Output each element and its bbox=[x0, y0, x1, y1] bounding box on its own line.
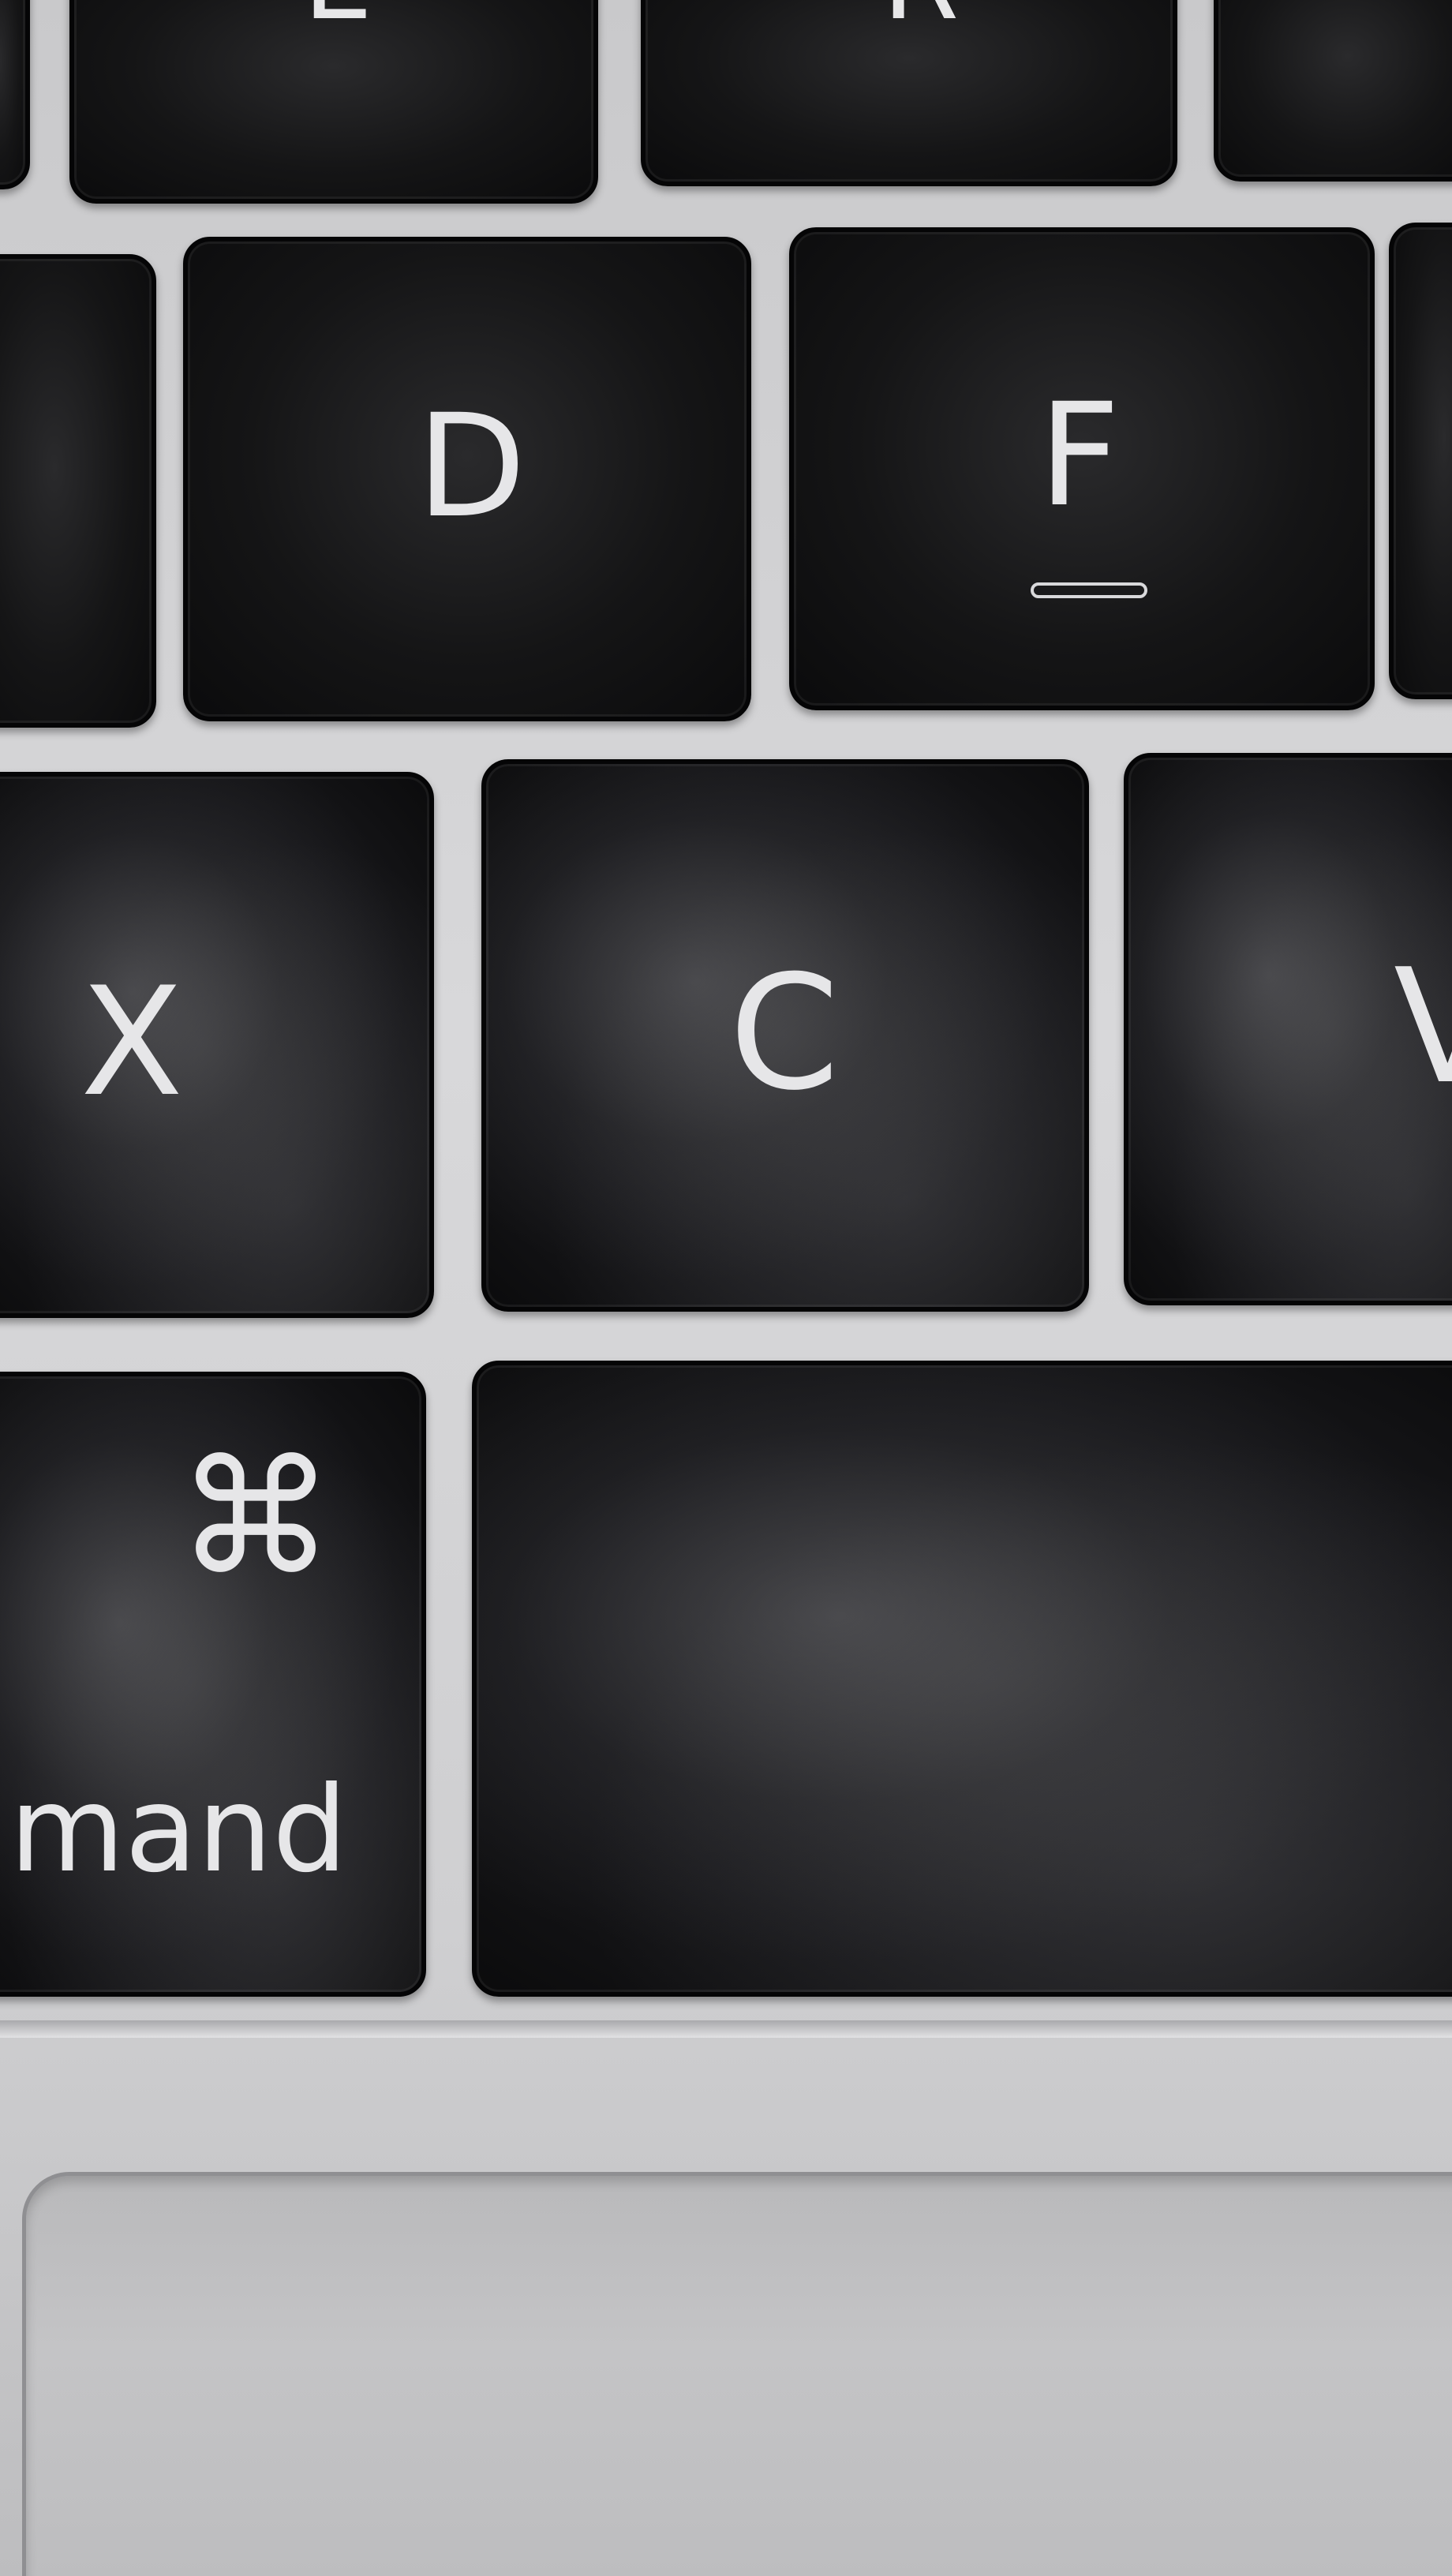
command-symbol: ⌘ bbox=[177, 1426, 335, 1610]
key-t-partial bbox=[1214, 0, 1452, 182]
key-v-legend: V bbox=[1394, 935, 1452, 1119]
key-f-legend: F bbox=[1038, 373, 1121, 538]
key-x: X bbox=[0, 772, 434, 1318]
key-s-partial bbox=[0, 254, 156, 728]
key-v: V bbox=[1124, 753, 1452, 1305]
deck-edge bbox=[0, 2020, 1452, 2038]
key-r: R bbox=[641, 0, 1177, 186]
key-w-partial bbox=[0, 0, 30, 189]
key-d-legend: D bbox=[417, 384, 526, 549]
key-d: D bbox=[183, 237, 751, 721]
command-label: mand bbox=[9, 1762, 348, 1899]
key-x-legend: X bbox=[80, 955, 184, 1129]
key-e: E bbox=[69, 0, 598, 204]
key-e-legend: E bbox=[303, 0, 372, 36]
trackpad bbox=[22, 2172, 1452, 2576]
key-g-partial bbox=[1389, 223, 1452, 699]
key-f-bump bbox=[1031, 582, 1147, 598]
keyboard-photo: E R D F X C V ⌘ mand bbox=[0, 0, 1452, 2576]
key-r-legend: R bbox=[882, 0, 959, 36]
key-space bbox=[472, 1361, 1452, 1997]
key-c: C bbox=[481, 759, 1089, 1312]
key-c-legend: C bbox=[729, 942, 840, 1125]
key-f: F bbox=[789, 227, 1375, 710]
key-command: ⌘ mand bbox=[0, 1372, 426, 1997]
